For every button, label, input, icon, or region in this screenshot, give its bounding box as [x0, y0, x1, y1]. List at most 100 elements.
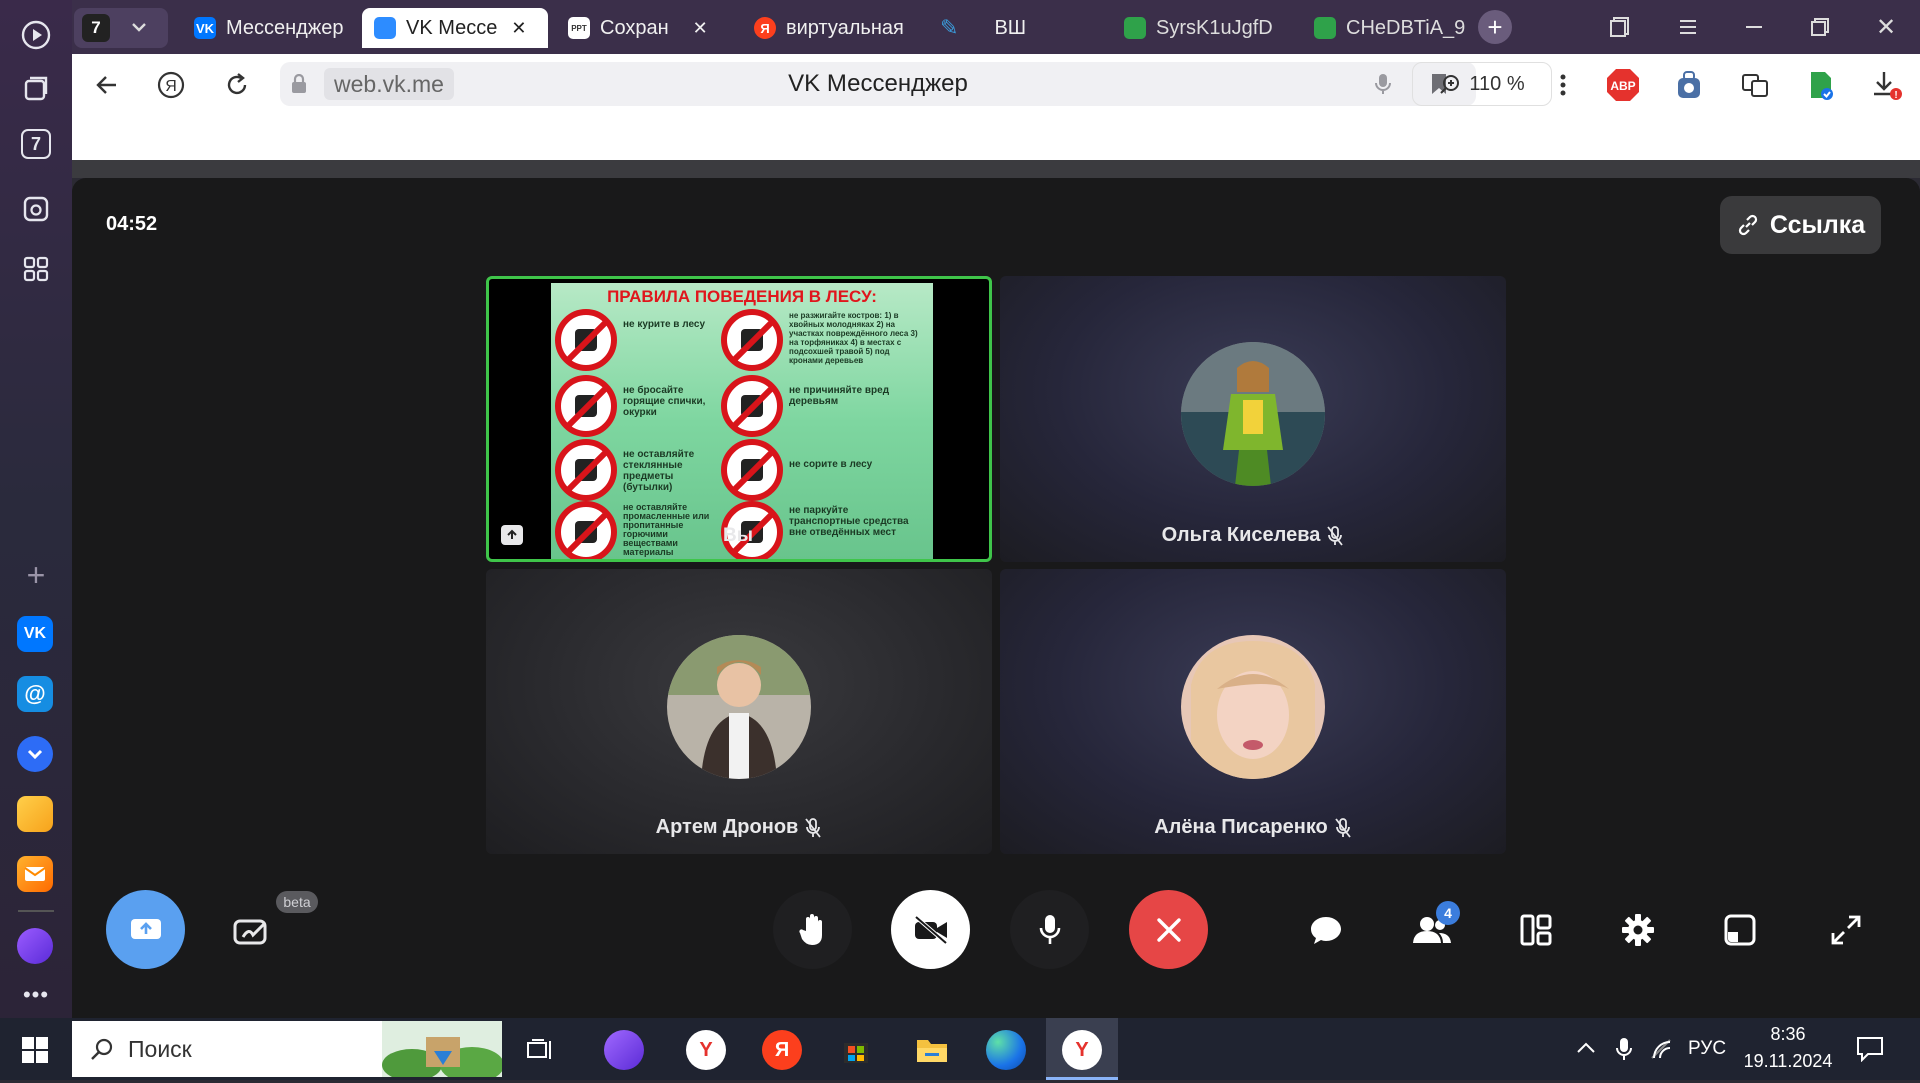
chevron-up-icon[interactable]	[1576, 1040, 1596, 1061]
tab-vsh[interactable]: ✎ ВШ	[928, 8, 1118, 48]
participant-tile-self[interactable]: ПРАВИЛА ПОВЕДЕНИЯ В ЛЕСУ: не курите в ле…	[486, 276, 992, 562]
adblock-icon[interactable]: ABP	[1604, 66, 1642, 104]
store-taskbar-icon[interactable]	[836, 1030, 876, 1070]
play-icon[interactable]	[17, 16, 55, 54]
yandex-home-button[interactable]: Я	[152, 66, 190, 104]
slide-title: ПРАВИЛА ПОВЕДЕНИЯ В ЛЕСУ:	[607, 287, 877, 306]
alice-taskbar-icon[interactable]	[604, 1030, 644, 1070]
tab-strip: 7 VK Мессенджер VK Мессе ✕ PPT Сохран ✕ …	[72, 0, 1920, 54]
more-icon[interactable]: •••	[17, 976, 55, 1014]
search-highlight-illustration	[382, 1021, 504, 1083]
new-tab-button[interactable]: +	[1478, 10, 1512, 44]
participant-tile-alena[interactable]: Алёна Писаренко	[1000, 569, 1506, 854]
network-icon[interactable]	[1650, 1038, 1674, 1065]
no-matches-icon	[555, 375, 617, 437]
avatar	[1181, 635, 1325, 779]
yandex-browser-active-taskbar-icon[interactable]: Y	[1062, 1030, 1102, 1070]
rule-item: не оставляйте промасленные или пропитанн…	[555, 501, 719, 559]
mail-app-icon[interactable]: @	[17, 676, 53, 712]
sidebar-divider	[18, 910, 54, 912]
raise-hand-button[interactable]	[773, 890, 852, 969]
collections-icon[interactable]	[17, 70, 55, 108]
reload-button[interactable]	[218, 66, 256, 104]
camera-off-button[interactable]	[891, 890, 970, 969]
tab-virtual[interactable]: Я виртуальная	[742, 8, 942, 48]
search-placeholder: Поиск	[128, 1035, 192, 1062]
rule-text: не курите в лесу	[623, 319, 706, 330]
download-icon[interactable]: !	[1868, 66, 1906, 104]
microphone-button[interactable]	[1010, 890, 1089, 969]
mic-muted-icon	[1335, 817, 1351, 838]
notifications-icon[interactable]	[1856, 1036, 1884, 1067]
more-vertical-icon[interactable]	[1544, 66, 1582, 104]
participant-name-row: Артем Дронов	[486, 816, 992, 839]
ppt-favicon-icon: PPT	[568, 17, 590, 39]
call-timer: 04:52	[106, 213, 158, 235]
close-icon[interactable]: ✕	[693, 18, 708, 39]
translate-extension-icon[interactable]	[1736, 66, 1774, 104]
whiteboard-button[interactable]	[226, 906, 278, 958]
address-bar[interactable]: web.vk.me VK Мессенджер	[280, 62, 1476, 106]
avatar	[1181, 342, 1325, 486]
vk-app-icon[interactable]: VK	[17, 616, 53, 652]
tab-saved[interactable]: PPT Сохран ✕	[556, 8, 716, 48]
minimize-button[interactable]	[1734, 10, 1774, 44]
rule-item: не сорите в лесу	[721, 439, 919, 501]
menu-icon[interactable]	[1668, 10, 1708, 44]
participant-name: Алёна Писаренко	[1154, 816, 1328, 838]
microphone-tray-icon[interactable]	[1616, 1036, 1632, 1067]
chat-button[interactable]	[1302, 906, 1350, 954]
gear-icon	[1622, 914, 1654, 946]
extension-backpack-icon[interactable]	[1670, 66, 1708, 104]
apps-grid-icon[interactable]	[17, 250, 55, 288]
input-language[interactable]: РУС	[1688, 1038, 1726, 1060]
participant-name: Артем Дронов	[655, 816, 799, 838]
close-window-button[interactable]: ✕	[1866, 10, 1906, 44]
edge-taskbar-icon[interactable]	[986, 1030, 1026, 1070]
bookmarks-window-icon[interactable]	[1600, 10, 1640, 44]
fullscreen-button[interactable]	[1822, 906, 1870, 954]
microphone-icon[interactable]	[1374, 72, 1392, 101]
tab-label: VK Мессе	[406, 16, 498, 39]
yandex-taskbar-icon[interactable]: Я	[762, 1030, 802, 1070]
rule-item: не причиняйте вред деревьям	[721, 375, 919, 437]
sheets-extension-icon[interactable]	[1802, 66, 1840, 104]
zoom-icon	[1440, 75, 1460, 94]
chevron-down-icon[interactable]	[130, 16, 148, 43]
rule-text: не бросайте горящие спички, окурки	[623, 385, 706, 418]
tab-vk-messenger[interactable]: VK Мессе ✕	[362, 8, 548, 48]
file-explorer-taskbar-icon[interactable]	[912, 1030, 952, 1070]
settings-button[interactable]	[1614, 906, 1662, 954]
taskbar-search[interactable]: Поиск	[72, 1021, 504, 1083]
notes-app-icon[interactable]	[17, 796, 53, 832]
screenshot-icon[interactable]	[17, 190, 55, 228]
screen-share-button[interactable]	[106, 890, 185, 969]
participant-name: Вы	[723, 525, 753, 546]
yandex-browser-taskbar-icon[interactable]: Y	[686, 1030, 726, 1070]
zoom-indicator[interactable]: 110 %	[1412, 62, 1552, 106]
task-view-icon[interactable]	[520, 1030, 560, 1070]
picture-in-picture-button[interactable]	[1716, 906, 1764, 954]
close-icon[interactable]: ✕	[511, 18, 526, 39]
page-header	[72, 116, 1920, 160]
participant-tile-olga[interactable]: Ольга Киселева	[1000, 276, 1506, 562]
layout-button[interactable]	[1512, 906, 1560, 954]
end-call-button[interactable]	[1129, 890, 1208, 969]
start-button[interactable]	[22, 1037, 48, 1068]
add-panel-icon[interactable]: +	[17, 556, 55, 594]
link-icon	[1738, 214, 1757, 236]
clock-time[interactable]: 8:36	[1740, 1024, 1836, 1045]
raise-hand-icon	[798, 913, 822, 945]
clock-date[interactable]: 19.11.2024	[1740, 1051, 1836, 1072]
participant-tile-artem[interactable]: Артем Дронов	[486, 569, 992, 854]
alice-app-icon[interactable]	[17, 928, 53, 964]
mail-envelope-app-icon[interactable]	[17, 856, 53, 892]
calendar-icon[interactable]: 7	[21, 129, 51, 159]
messenger-app-icon[interactable]	[17, 736, 53, 772]
copy-link-button[interactable]: Ссылка	[1720, 196, 1881, 254]
back-button[interactable]	[88, 66, 126, 104]
participant-name: Ольга Киселева	[1161, 524, 1321, 546]
chat-icon	[1311, 917, 1341, 944]
tab-group[interactable]: 7	[74, 8, 168, 48]
restore-button[interactable]	[1800, 10, 1840, 44]
